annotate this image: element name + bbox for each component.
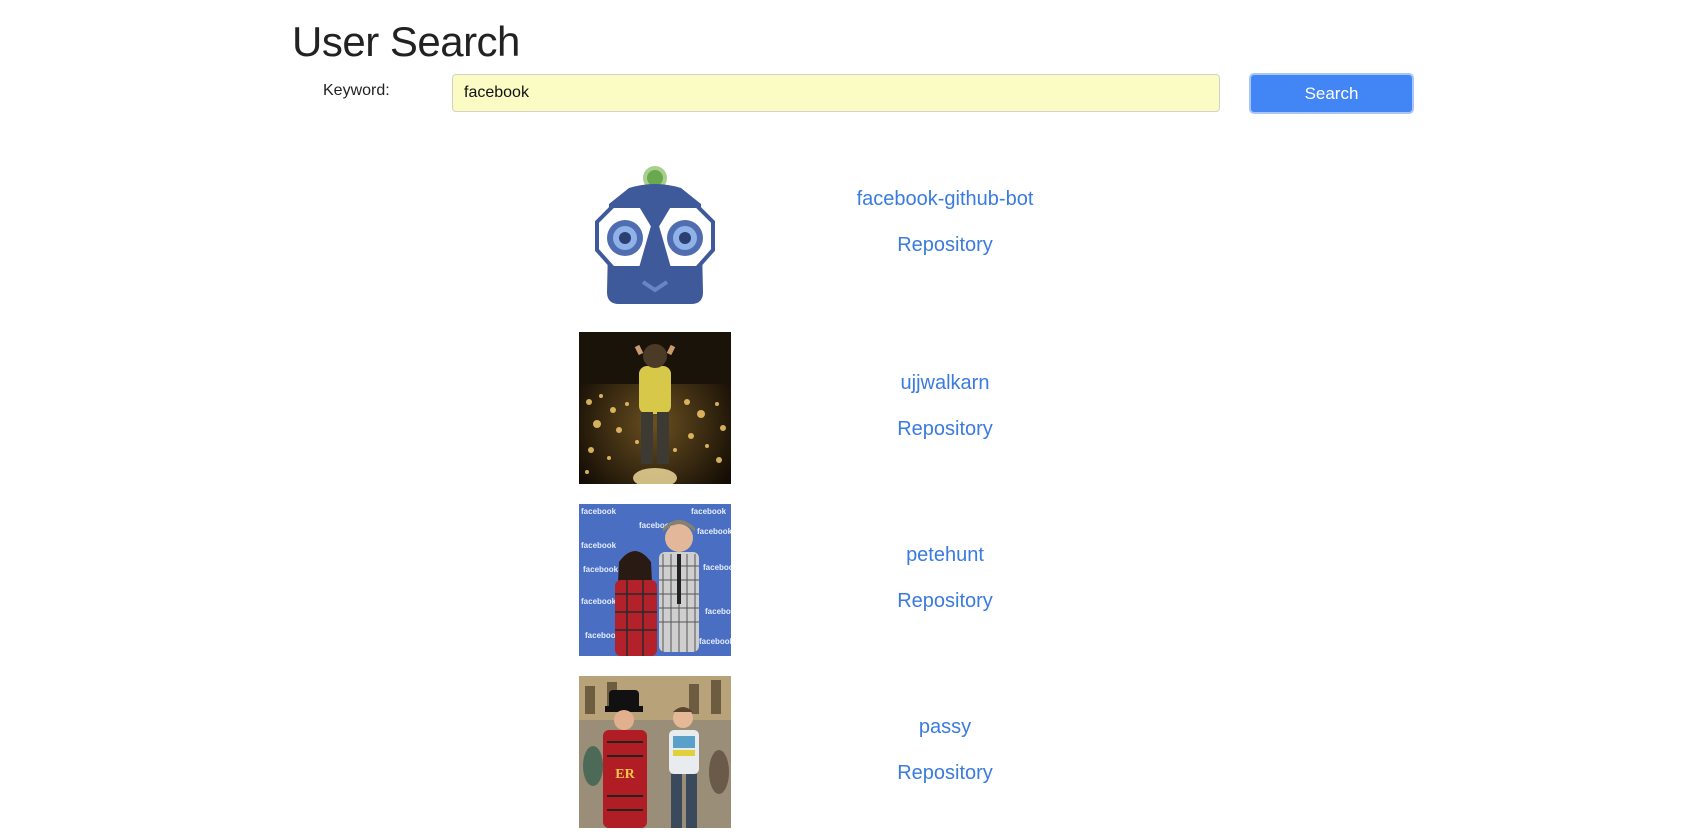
search-button[interactable]: Search [1249, 73, 1414, 114]
user-info: facebook-github-bot Repository [845, 184, 1045, 260]
repository-link[interactable]: Repository [845, 414, 1045, 444]
result-row: ER passy Repository [0, 676, 1691, 828]
user-info: passy Repository [845, 712, 1045, 788]
backdrop-logo-text: facebook [581, 597, 617, 606]
keyword-input[interactable] [452, 74, 1220, 112]
beefeater-photo-avatar[interactable]: ER [579, 676, 731, 828]
backdrop-logo-text: facebook [581, 507, 617, 516]
backdrop-logo-text: facebook [581, 541, 617, 550]
page-title: User Search [292, 18, 520, 65]
svg-text:ER: ER [615, 767, 635, 782]
backdrop-logo-text: facebook [583, 565, 619, 574]
backdrop-logo-text: facebook [691, 507, 727, 516]
repository-link[interactable]: Repository [845, 230, 1045, 260]
username-link[interactable]: petehunt [845, 540, 1045, 570]
username-link[interactable]: ujjwalkarn [845, 368, 1045, 398]
result-row: facebook facebook facebook facebook face… [0, 504, 1691, 656]
backdrop-logo-text: facebook [697, 527, 731, 536]
robot-avatar[interactable] [579, 164, 731, 316]
backdrop-logo-text: facebook [699, 637, 731, 646]
result-row: ujjwalkarn Repository [0, 332, 1691, 484]
result-row: facebook-github-bot Repository [0, 164, 1691, 316]
username-link[interactable]: facebook-github-bot [845, 184, 1045, 214]
city-lights-photo-avatar[interactable] [579, 332, 731, 484]
user-info: ujjwalkarn Repository [845, 368, 1045, 444]
user-info: petehunt Repository [845, 540, 1045, 616]
keyword-label: Keyword: [323, 82, 390, 99]
backdrop-logo-text: facebook [705, 607, 731, 616]
backdrop-logo-text: facebook [703, 563, 731, 572]
username-link[interactable]: passy [845, 712, 1045, 742]
repository-link[interactable]: Repository [845, 758, 1045, 788]
facebook-backdrop-photo-avatar[interactable]: facebook facebook facebook facebook face… [579, 504, 731, 656]
repository-link[interactable]: Repository [845, 586, 1045, 616]
